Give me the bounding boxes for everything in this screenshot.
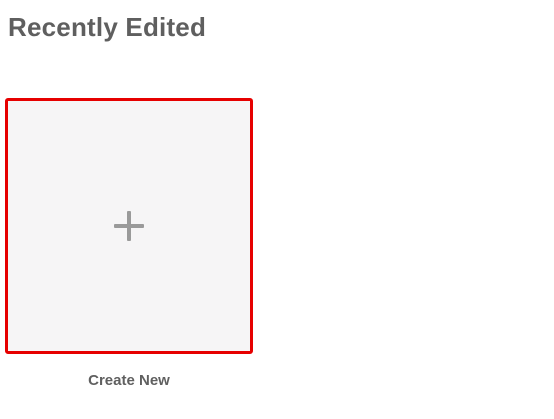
create-new-label[interactable]: Create New xyxy=(5,372,253,389)
plus-icon xyxy=(114,211,144,241)
section-title: Recently Edited xyxy=(8,12,207,42)
create-new-button[interactable] xyxy=(5,98,253,354)
recently-edited-page: Recently Edited Create New xyxy=(0,0,554,419)
